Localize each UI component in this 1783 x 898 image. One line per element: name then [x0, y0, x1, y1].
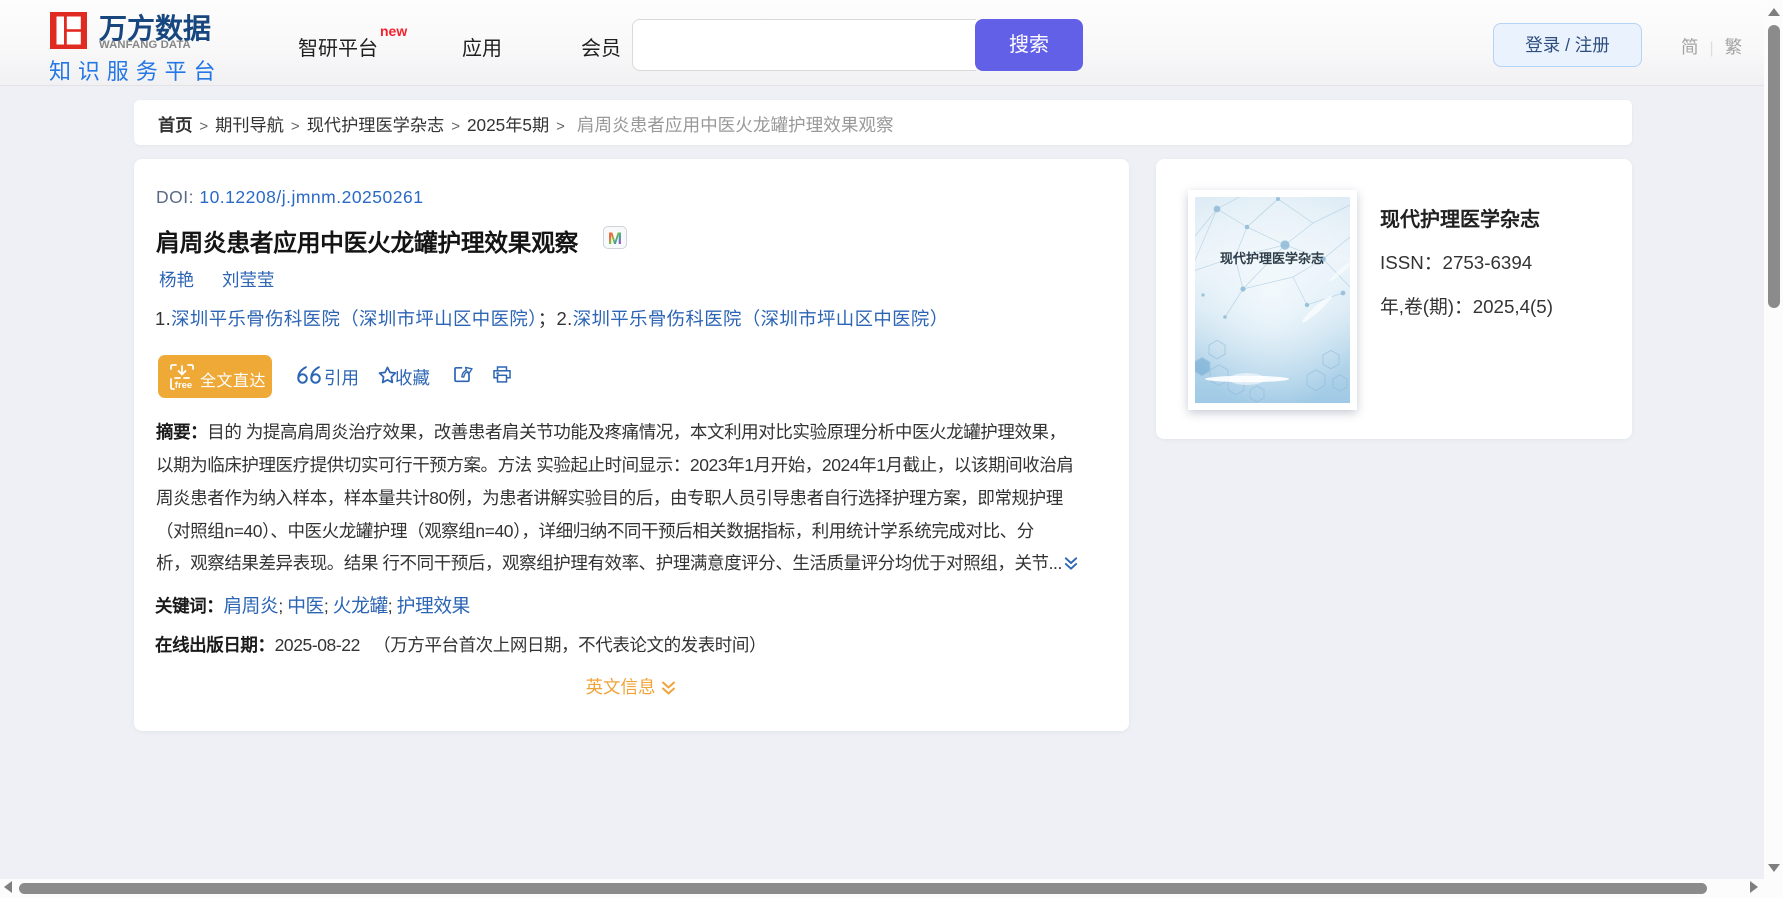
svg-text:M: M — [608, 229, 622, 248]
svg-text:free: free — [175, 380, 192, 391]
svg-text:现代护理医学杂志: 现代护理医学杂志 — [1220, 251, 1324, 266]
